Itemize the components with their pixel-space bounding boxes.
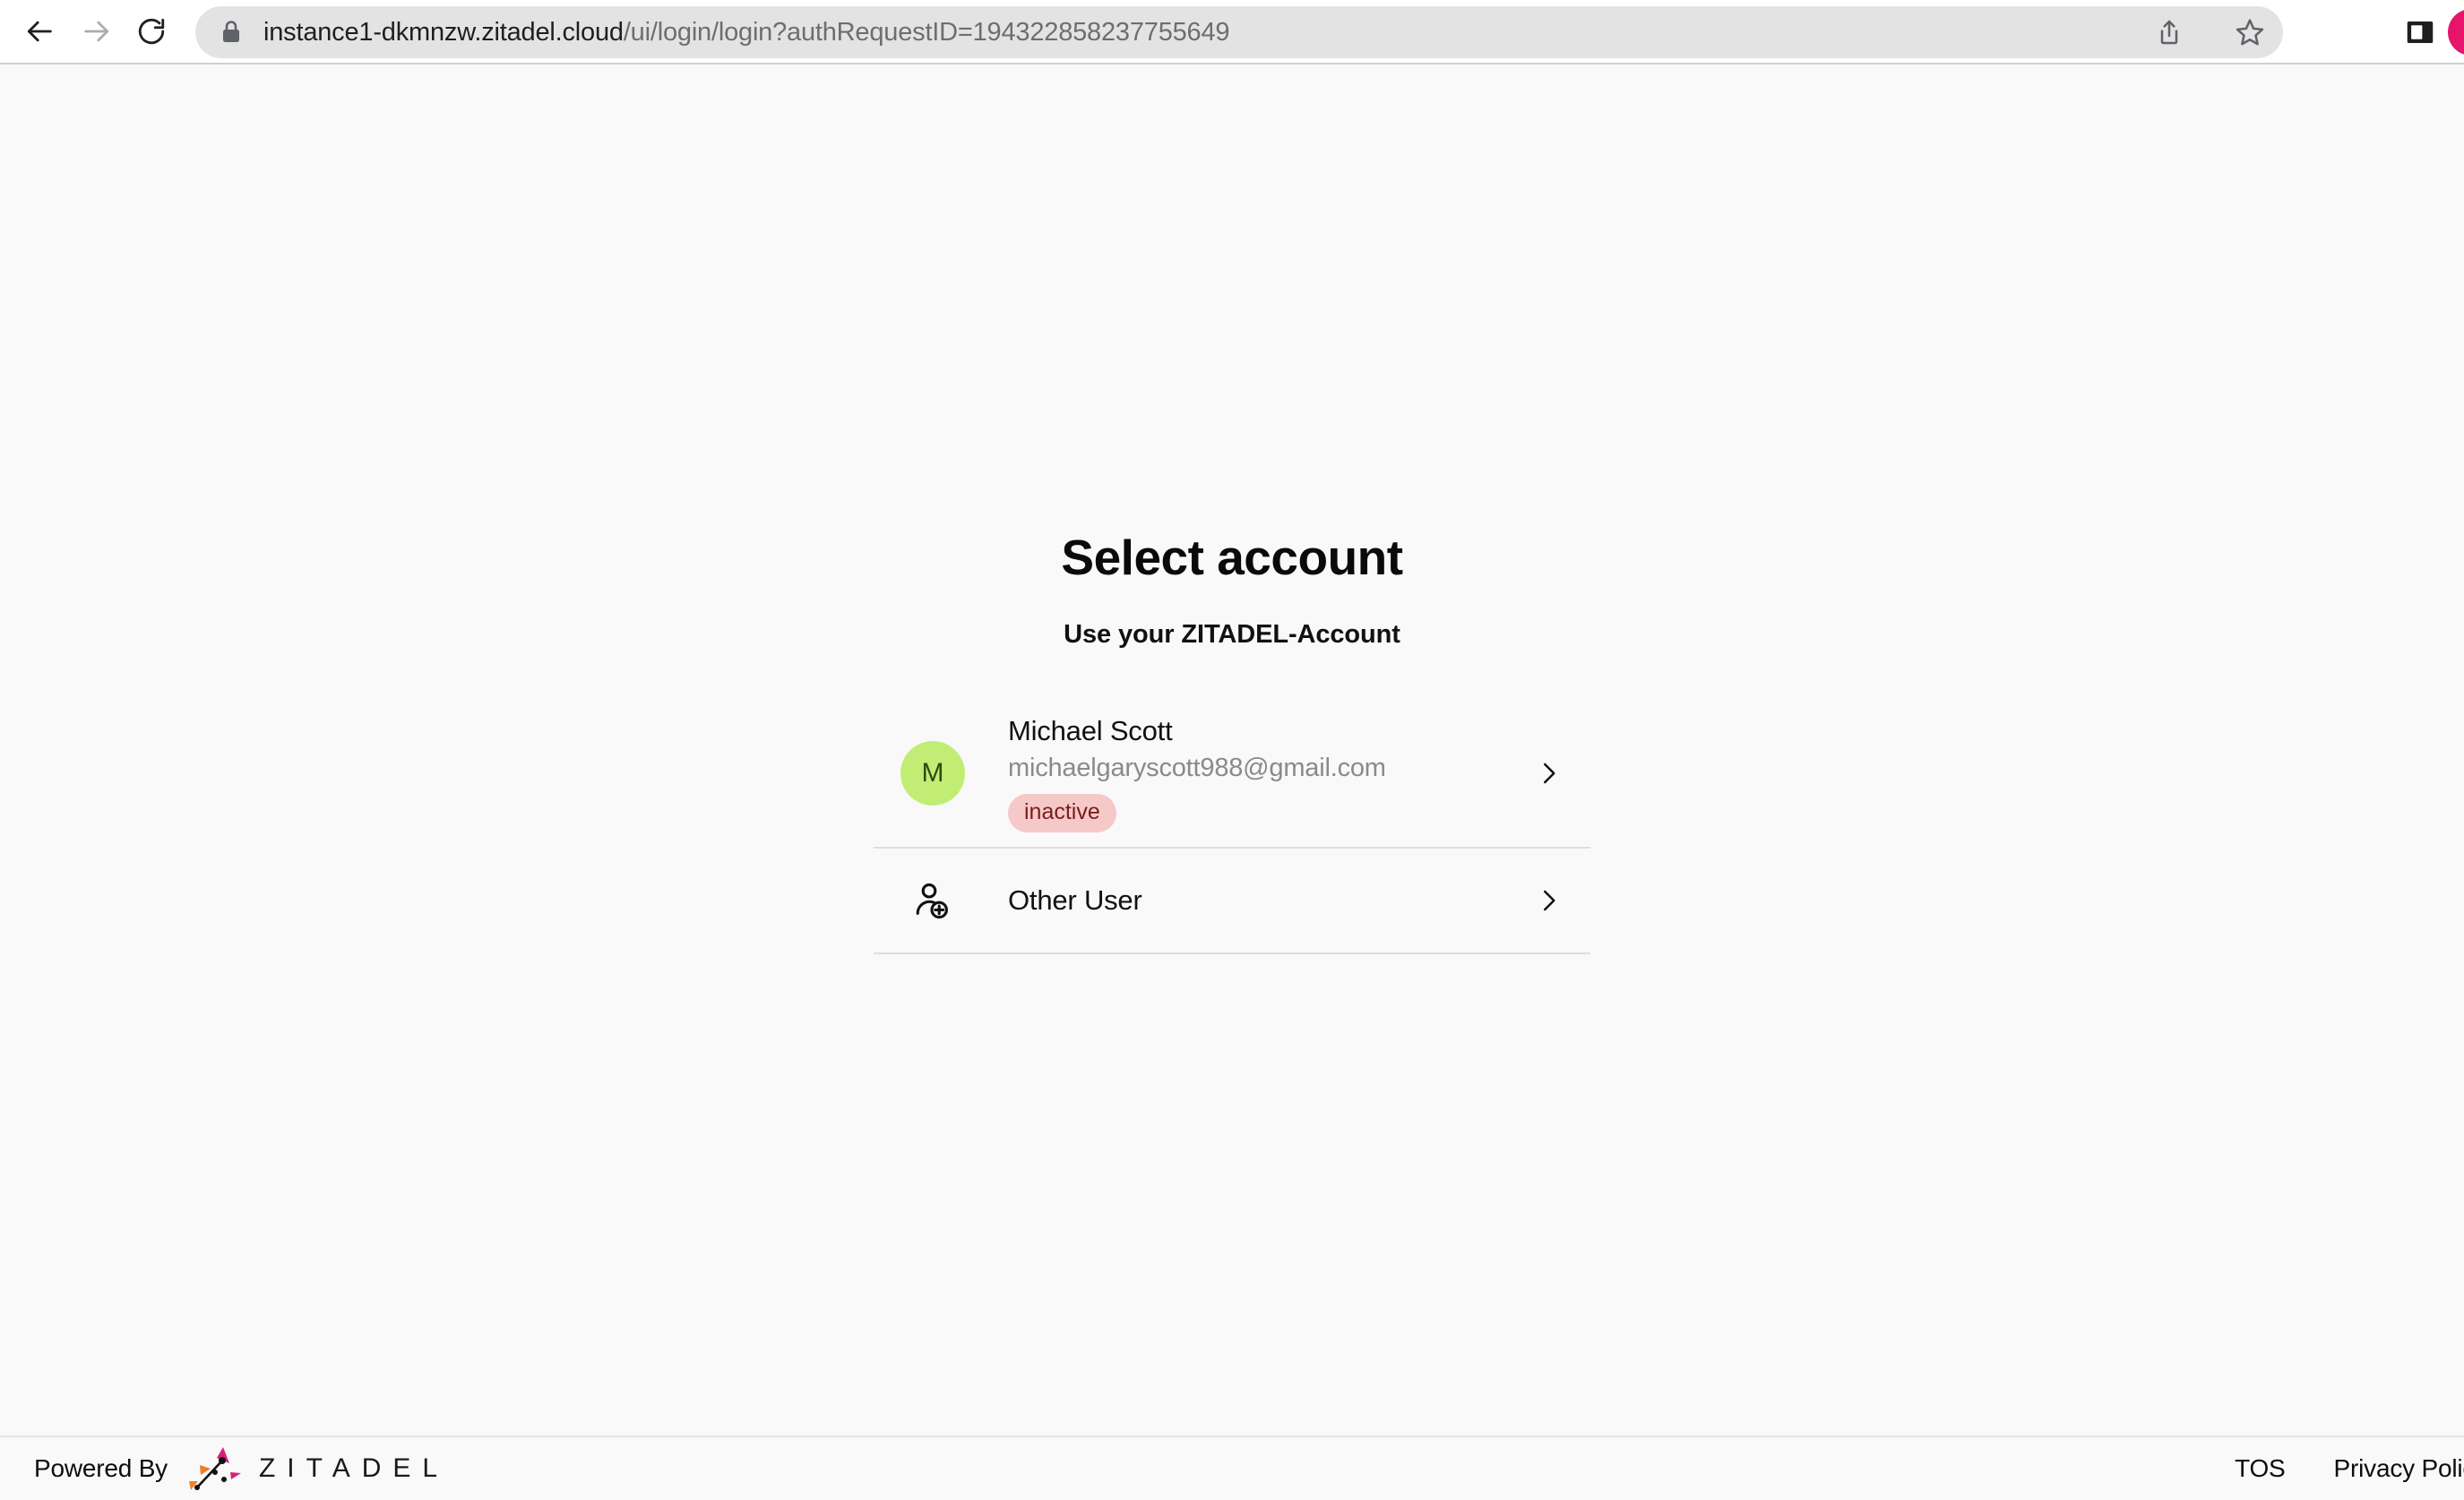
chevron-right-icon — [1528, 753, 1569, 794]
account-row-michael-scott[interactable]: M Michael Scott michaelgaryscott988@gmai… — [874, 700, 1590, 849]
arrow-right-icon — [84, 21, 109, 42]
navigation-buttons — [0, 4, 179, 59]
sidebar-panel-icon — [2407, 22, 2434, 43]
page-title: Select account — [1061, 530, 1403, 585]
add-user-icon — [900, 868, 965, 933]
account-list: M Michael Scott michaelgaryscott988@gmai… — [874, 700, 1590, 955]
page-subtitle: Use your ZITADEL-Account — [1064, 619, 1400, 649]
url-text: instance1-dkmnzw.zitadel.cloud/ui/login/… — [263, 20, 2263, 46]
other-user-info: Other User — [1008, 884, 1528, 917]
browser-toolbar: instance1-dkmnzw.zitadel.cloud/ui/login/… — [0, 0, 2464, 65]
reload-icon — [138, 18, 165, 45]
address-bar[interactable]: instance1-dkmnzw.zitadel.cloud/ui/login/… — [195, 6, 2283, 58]
page-content: Select account Use your ZITADEL-Account … — [0, 65, 2464, 1500]
main-content-wrapper: Select account Use your ZITADEL-Account … — [0, 65, 2464, 1435]
chevron-right-icon — [1528, 880, 1569, 921]
account-email: michaelgaryscott988@gmail.com — [1008, 753, 1386, 782]
share-button[interactable] — [2147, 10, 2192, 55]
page-footer: Powered By ZITADEL TOS Privacy Policy — [0, 1435, 2464, 1500]
other-user-label: Other User — [1008, 884, 1142, 917]
powered-by-block: Powered By ZITADEL — [34, 1445, 449, 1492]
url-domain: instance1-dkmnzw.zitadel.cloud — [263, 19, 624, 46]
zitadel-mark-icon — [188, 1447, 241, 1490]
zitadel-logo: ZITADEL — [187, 1445, 449, 1492]
browser-profile-avatar[interactable] — [2448, 9, 2464, 56]
star-icon — [2236, 19, 2264, 46]
zitadel-wordmark: ZITADEL — [258, 1453, 450, 1483]
avatar: M — [900, 740, 965, 806]
footer-links: TOS Privacy Policy — [2235, 1454, 2464, 1483]
avatar-initial: M — [921, 757, 944, 788]
back-button[interactable] — [13, 4, 68, 59]
account-info: Michael Scott michaelgaryscott988@gmail.… — [1008, 714, 1528, 833]
status-badge: inactive — [1008, 794, 1116, 833]
sidebar-toggle-button[interactable] — [2392, 4, 2448, 60]
arrow-left-icon — [27, 21, 52, 42]
share-icon — [2160, 20, 2178, 45]
auth-card: Select account Use your ZITADEL-Account … — [874, 530, 1590, 955]
footer-link-tos[interactable]: TOS — [2235, 1454, 2286, 1483]
address-bar-actions — [2147, 6, 2272, 58]
browser-right-controls — [2392, 0, 2464, 65]
powered-by-label: Powered By — [34, 1454, 168, 1482]
url-path: /ui/login/login?authRequestID=1943228582… — [623, 19, 1230, 46]
account-name: Michael Scott — [1008, 714, 1173, 746]
badge-row: inactive — [1008, 794, 1528, 833]
footer-link-privacy-policy[interactable]: Privacy Policy — [2334, 1454, 2464, 1483]
forward-button[interactable] — [68, 4, 124, 59]
bookmark-button[interactable] — [2227, 10, 2272, 55]
reload-button[interactable] — [124, 4, 179, 59]
other-user-row[interactable]: Other User — [874, 849, 1590, 955]
lock-icon[interactable] — [220, 19, 244, 46]
